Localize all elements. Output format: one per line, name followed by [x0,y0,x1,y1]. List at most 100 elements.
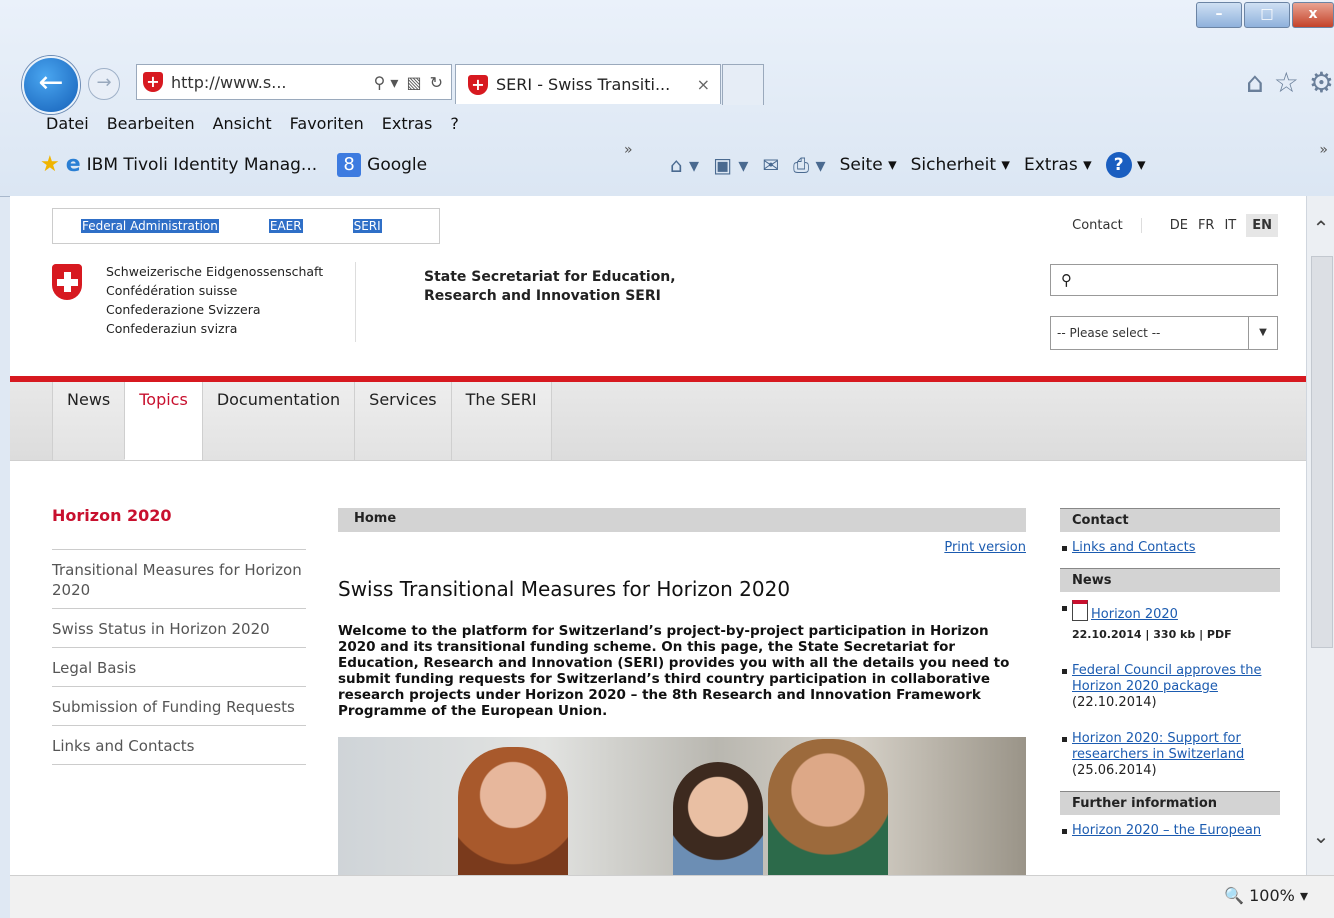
links-contacts-link[interactable]: Links and Contacts [1072,540,1195,555]
search-icon[interactable]: ⚲ ▾ [374,73,399,92]
left-navigation: Horizon 2020 Transitional Measures for H… [52,506,306,765]
nav-the-seri[interactable]: The SERI [450,382,552,460]
swiss-cross-logo[interactable] [52,264,82,300]
refresh-icon[interactable]: ↻ [430,73,443,92]
menu-bearbeiten[interactable]: Bearbeiten [107,114,195,133]
command-bar: ⌂ ▾ ▣ ▾ ✉ ⎙ ▾ Seite ▾ Sicherheit ▾ Extra… [670,152,1146,178]
news-meta: 22.10.2014 | 330 kb | PDF [1072,628,1232,641]
zoom-level: 100% [1249,886,1295,905]
favorite-google[interactable]: Google [367,155,427,175]
confed-it: Confederazione Svizzera [106,302,261,317]
home-bar[interactable]: Home [338,508,1026,532]
forward-button[interactable]: → [88,68,120,100]
contact-link[interactable]: Contact [1072,218,1142,233]
close-tab-icon[interactable]: × [697,75,710,94]
news-horizon-2020-link[interactable]: Horizon 2020 [1091,607,1178,622]
menu-extras[interactable]: Extras [382,114,433,133]
menu-datei[interactable]: Datei [46,114,89,133]
search-input[interactable]: ⚲ [1050,264,1278,296]
ie-icon: e [65,152,81,177]
favorite-ibm-tivoli[interactable]: IBM Tivoli Identity Manag... [87,155,317,175]
students-photo [338,737,1026,875]
command-safety[interactable]: Sicherheit ▾ [911,155,1010,175]
lead-paragraph: Welcome to the platform for Switzerland’… [338,623,1010,719]
site-select[interactable]: -- Please select -- ▼ [1050,316,1278,350]
close-window-button[interactable]: x [1292,2,1334,28]
person-figure [673,762,763,875]
news-box-title: News [1060,568,1280,592]
breadcrumb: Federal Administration EAER SERI [52,208,440,244]
home-icon[interactable]: ⌂ ▾ [670,153,699,177]
breadcrumb-federal-administration[interactable]: Federal Administration [53,219,241,233]
print-version-link[interactable]: Print version [944,540,1026,555]
maximize-button[interactable]: □ [1244,2,1290,28]
address-bar[interactable]: + http://www.s... ⚲ ▾ ▧ ↻ [136,64,452,100]
lang-it[interactable]: IT [1224,218,1236,233]
news-federal-council-link[interactable]: Federal Council approves the Horizon 202… [1072,663,1262,694]
menu-favoriten[interactable]: Favoriten [290,114,364,133]
select-value: -- Please select -- [1057,326,1161,340]
vertical-scrollbar[interactable]: ⌃ ⌄ [1306,196,1334,875]
tab-title: SERI - Swiss Transiti... [496,75,671,94]
left-item-transitional-measures[interactable]: Transitional Measures for Horizon 2020 [52,550,306,609]
organization-title: State Secretariat for Education, Researc… [424,268,676,306]
nav-services[interactable]: Services [354,382,451,460]
breadcrumb-seri[interactable]: SERI [325,219,404,233]
compat-view-icon[interactable]: ▧ [406,73,421,92]
new-tab-button[interactable] [722,64,764,105]
site-shield-icon: + [143,72,163,92]
left-item-swiss-status[interactable]: Swiss Status in Horizon 2020 [52,609,306,648]
contact-box-title: Contact [1060,508,1280,532]
zoom-control[interactable]: 🔍 100% ▾ [1224,886,1308,905]
favorites-bar: ★ e IBM Tivoli Identity Manag... 8 Googl… [40,152,427,177]
lang-en[interactable]: EN [1246,214,1278,237]
command-page[interactable]: Seite ▾ [840,155,897,175]
main-content: Home Print version Swiss Transitional Me… [338,508,1026,875]
back-button[interactable]: ← [22,56,80,114]
lang-de[interactable]: DE [1170,218,1188,233]
org-line-2: Research and Innovation SERI [424,288,661,304]
rss-icon[interactable]: ▣ ▾ [713,153,748,177]
add-favorite-icon[interactable]: ★ [40,152,60,177]
chevron-icon[interactable]: » [1319,142,1328,158]
nav-topics[interactable]: Topics [124,382,202,460]
status-bar: 🔍 100% ▾ [10,875,1334,918]
tab-seri[interactable]: + SERI - Swiss Transiti... × [455,64,721,104]
chevron-icon[interactable]: » [624,142,633,158]
right-sidebar: Contact Links and Contacts News Horizon … [1060,508,1280,851]
lang-fr[interactable]: FR [1198,218,1215,233]
nav-news[interactable]: News [52,382,125,460]
further-info-title: Further information [1060,791,1280,815]
home-icon[interactable]: ⌂ [1246,66,1264,99]
news-support-link[interactable]: Horizon 2020: Support for researchers in… [1072,731,1244,762]
further-info-link[interactable]: Horizon 2020 – the European [1072,823,1261,838]
breadcrumb-eaer[interactable]: EAER [241,219,325,233]
nav-documentation[interactable]: Documentation [201,382,355,460]
menu-help[interactable]: ? [450,114,459,133]
command-tools[interactable]: Extras ▾ [1024,155,1092,175]
person-figure [768,739,888,875]
scroll-down-icon[interactable]: ⌄ [1307,824,1334,848]
scroll-thumb[interactable] [1311,256,1333,648]
person-figure [458,747,568,875]
chevron-down-icon[interactable]: ▼ [1248,317,1277,349]
minimize-button[interactable]: – [1196,2,1242,28]
favorites-star-icon[interactable]: ☆ [1274,66,1299,99]
address-url[interactable]: http://www.s... [171,73,374,92]
help-icon[interactable]: ? ▾ [1105,152,1146,178]
page-title: Swiss Transitional Measures for Horizon … [338,577,791,601]
left-item-legal-basis[interactable]: Legal Basis [52,648,306,687]
mail-icon[interactable]: ✉ [762,153,779,177]
search-icon[interactable]: ⚲ [1061,271,1072,289]
left-item-links-contacts[interactable]: Links and Contacts [52,726,306,765]
print-icon[interactable]: ⎙ ▾ [793,153,825,177]
confed-rm: Confederaziun svizra [106,321,238,336]
top-links: Contact DE FR IT EN [1072,214,1278,237]
menu-bar: Datei Bearbeiten Ansicht Favoriten Extra… [46,114,459,133]
left-item-submission[interactable]: Submission of Funding Requests [52,687,306,726]
menu-ansicht[interactable]: Ansicht [213,114,272,133]
confed-fr: Confédération suisse [106,283,238,298]
section-title[interactable]: Horizon 2020 [52,506,306,550]
gear-icon[interactable]: ⚙ [1309,66,1334,99]
scroll-up-icon[interactable]: ⌃ [1307,216,1334,240]
